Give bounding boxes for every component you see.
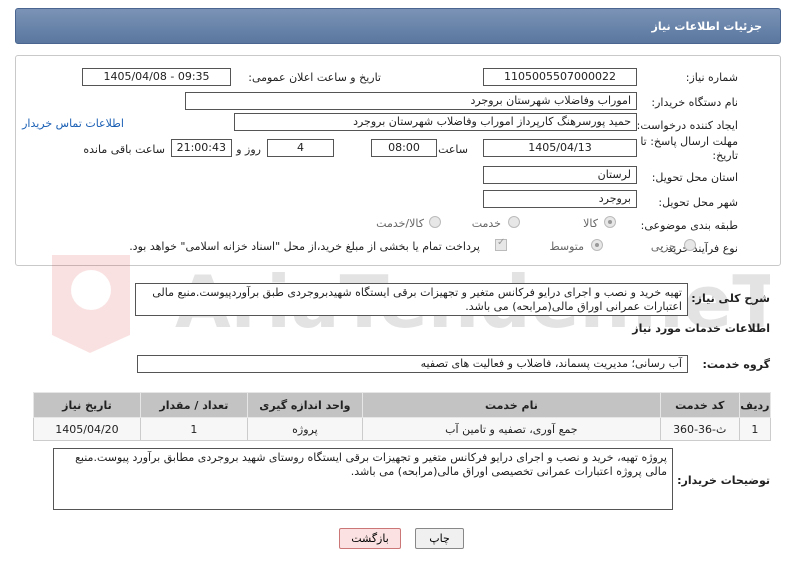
page-header: جزئیات اطلاعات نیاز	[15, 8, 781, 44]
buyer-org-field[interactable]: اموراب وفاضلاب شهرستان بروجرد	[185, 92, 637, 110]
services-table: ردیف کد خدمت نام خدمت واحد اندازه گیری ت…	[33, 392, 772, 441]
col-row: ردیف	[738, 392, 772, 418]
deadline-label: مهلت ارسال پاسخ: تا	[640, 135, 738, 148]
deadline-time-label: ساعت	[438, 143, 468, 156]
services-table-header: ردیف کد خدمت نام خدمت واحد اندازه گیری ت…	[33, 392, 772, 418]
purchase-radio-medium[interactable]	[591, 239, 603, 251]
service-group-field[interactable]: آب رسانی؛ مدیریت پسماند، فاضلاب و فعالیت…	[137, 355, 688, 373]
creator-label: ایجاد کننده درخواست:	[636, 119, 738, 132]
col-name: نام خدمت	[361, 392, 661, 418]
deadline-time-field[interactable]: 08:00	[371, 139, 437, 157]
announce-label: تاریخ و ساعت اعلان عمومی:	[248, 71, 381, 84]
treasury-checkbox[interactable]	[495, 237, 507, 251]
buyer-contact-link[interactable]: اطلاعات تماس خریدار	[22, 117, 124, 130]
province-label: استان محل تحویل:	[651, 171, 738, 184]
days-field[interactable]: 4	[267, 139, 334, 157]
buyer-notes-label: توضیحات خریدار:	[677, 474, 770, 487]
need-number-label: شماره نیاز:	[685, 71, 738, 84]
cell-qty: 1	[139, 417, 248, 441]
need-number-field[interactable]: 1105005507000022	[483, 68, 637, 86]
print-button[interactable]: چاپ	[415, 528, 464, 549]
summary-text[interactable]: تهیه خرید و نصب و اجرای درایو فرکانس متغ…	[135, 283, 688, 316]
days-label: روز و	[236, 143, 261, 156]
page-title: جزئیات اطلاعات نیاز	[651, 20, 763, 33]
deadline-date-field[interactable]: 1405/04/13	[483, 139, 637, 157]
remaining-time-field[interactable]: 21:00:43	[171, 139, 232, 157]
creator-field[interactable]: حمید پورسرهنگ کارپرداز اموراب وفاضلاب شه…	[234, 113, 637, 131]
table-row[interactable]: 1 ث-36-360 جمع آوری، تصفیه و تامین آب پر…	[33, 417, 772, 441]
category-option-both: کالا/خدمت	[376, 217, 424, 230]
category-radio-goods[interactable]	[604, 216, 616, 228]
city-field[interactable]: بروجرد	[483, 190, 637, 208]
cell-unit: پروژه	[246, 417, 363, 441]
category-radio-service[interactable]	[508, 216, 520, 228]
cell-row: 1	[738, 417, 772, 441]
province-field[interactable]: لرستان	[483, 166, 637, 184]
buyer-notes-text[interactable]: پروژه تهیه، خرید و نصب و اجرای درایو فرک…	[53, 448, 673, 510]
category-option-goods: کالا	[583, 217, 598, 230]
deadline-label-date: تاریخ:	[712, 149, 738, 162]
purchase-radio-minor[interactable]	[684, 239, 696, 251]
category-label: طبقه بندی موضوعی:	[640, 219, 738, 232]
remaining-label: ساعت باقی مانده	[83, 143, 165, 156]
back-button[interactable]: بازگشت	[339, 528, 401, 549]
category-radio-both[interactable]	[429, 216, 441, 228]
summary-label: شرح کلی نیاز:	[691, 292, 770, 305]
announce-field[interactable]: 1405/04/08 - 09:35	[82, 68, 231, 86]
purchase-option-minor: جزیی	[650, 240, 676, 253]
cell-code: ث-36-360	[659, 417, 740, 441]
col-qty: تعداد / مقدار	[139, 392, 248, 418]
info-panel	[15, 55, 781, 266]
city-label: شهر محل تحویل:	[658, 196, 738, 209]
purchase-option-medium: متوسط	[549, 240, 584, 253]
category-option-service: خدمت	[471, 217, 501, 230]
cell-name: جمع آوری، تصفیه و تامین آب	[361, 417, 661, 441]
col-unit: واحد اندازه گیری	[246, 392, 363, 418]
service-group-label: گروه خدمت:	[702, 358, 770, 371]
col-date: تاریخ نیاز	[33, 392, 141, 418]
services-section-title: اطلاعات خدمات مورد نیاز	[632, 322, 770, 335]
cell-date: 1405/04/20	[33, 417, 141, 441]
payment-note: پرداخت تمام یا بخشی از مبلغ خرید،از محل …	[129, 240, 480, 253]
col-code: کد خدمت	[659, 392, 740, 418]
buyer-org-label: نام دستگاه خریدار:	[651, 96, 738, 109]
